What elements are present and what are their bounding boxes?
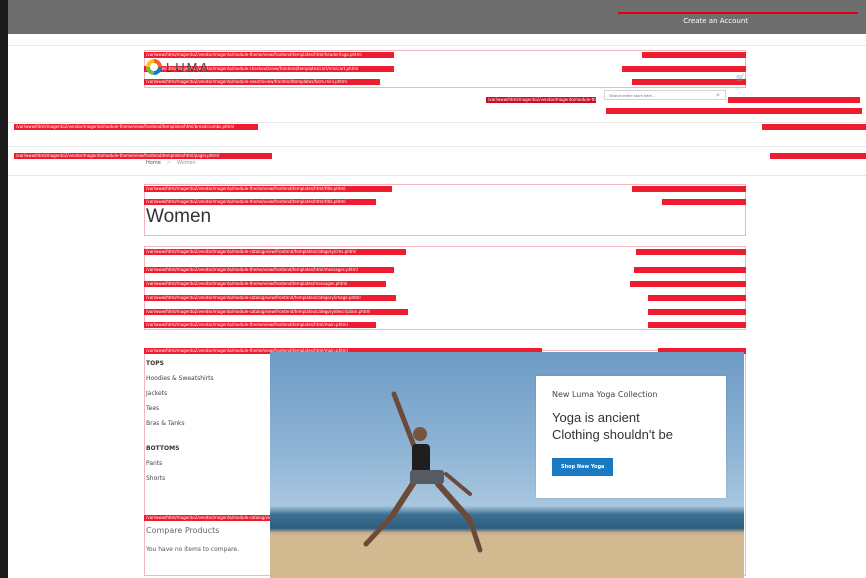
shop-new-yoga-button[interactable]: Shop New Yoga <box>552 458 614 476</box>
top-panel: Create an Account <box>8 0 866 34</box>
window-edge <box>0 0 8 578</box>
template-hint-right <box>642 52 746 58</box>
category-sidebar: TOPS Hoodies & Sweatshirts Jackets Tees … <box>146 360 266 490</box>
template-hint: /var/www/html/magento2/vendor/magento/mo… <box>144 267 394 273</box>
category-link[interactable]: Bras & Tanks <box>146 420 266 427</box>
template-hint: /var/www/html/magento2/vendor/magento/mo… <box>144 186 392 192</box>
promo-box: New Luma Yoga Collection Yoga is ancient… <box>536 376 726 498</box>
template-hint: /var/www/html/magento2/vendor/magento/mo… <box>144 295 396 301</box>
luma-logo[interactable]: LUMA <box>146 59 210 75</box>
template-hint-right <box>770 153 866 159</box>
category-link[interactable]: Hoodies & Sweatshirts <box>146 375 266 382</box>
template-hint: /var/www/html/magento2/vendor/magento/mo… <box>14 153 272 159</box>
template-hint-right <box>728 97 860 103</box>
template-hint: /var/www/html/magento2/vendor/magento/mo… <box>144 52 394 58</box>
template-hint-right <box>648 322 746 328</box>
search-icon[interactable]: ⌕ <box>716 91 724 99</box>
template-hint: /var/www/html/magento2/vendor/magento/mo… <box>144 309 408 315</box>
template-hint-right <box>622 66 746 72</box>
template-hint-right <box>648 309 746 315</box>
promo-headline: Yoga is ancient Clothing shouldn't be <box>552 409 710 443</box>
page-title: Women <box>146 206 212 227</box>
promo-headline-line: Yoga is ancient <box>552 410 640 425</box>
promo-kicker: New Luma Yoga Collection <box>552 390 658 399</box>
template-hint: /var/www/html/magento2/vendor/magento/mo… <box>486 97 596 103</box>
template-hint: /var/www/html/magento2/vendor/magento/mo… <box>144 199 376 205</box>
template-hint-right <box>762 124 866 130</box>
template-hint: /var/www/html/magento2/vendor/magento/mo… <box>144 322 376 328</box>
template-hint: /var/www/html/magento2/vendor/magento/mo… <box>14 124 258 130</box>
template-hint-right <box>662 199 746 205</box>
page-frame: Create an Account /var/www/html/magento2… <box>0 0 866 578</box>
category-link[interactable]: Jackets <box>146 390 266 397</box>
promo-headline-line: Clothing shouldn't be <box>552 427 674 442</box>
template-hint-right <box>634 267 746 273</box>
breadcrumb: Home > Women <box>146 160 196 166</box>
template-hint: /var/www/html/magento2/vendor/magento/mo… <box>144 281 386 287</box>
template-hint: /var/www/html/magento2/vendor/magento/mo… <box>144 249 406 255</box>
compare-empty-text: You have no items to compare. <box>146 546 240 553</box>
template-hint: /var/www/html/magento2/vendor/magento/mo… <box>144 79 380 85</box>
logo-text: LUMA <box>166 59 211 75</box>
template-hint-right <box>632 186 746 192</box>
template-hint-right <box>606 108 862 114</box>
category-link[interactable]: Pants <box>146 460 266 467</box>
hint-box-category <box>144 246 746 330</box>
breadcrumb-current: Women <box>176 160 196 166</box>
template-hint-right <box>632 79 746 85</box>
category-heading: TOPS <box>146 360 164 367</box>
compare-products-title: Compare Products <box>146 526 220 535</box>
template-hint-right <box>648 295 746 301</box>
hint-outline-top <box>618 12 858 14</box>
category-link[interactable]: Shorts <box>146 475 266 482</box>
cart-icon[interactable]: 🛒 <box>736 74 745 82</box>
template-hint-right <box>630 281 746 287</box>
create-account-link[interactable]: Create an Account <box>683 17 748 25</box>
template-hint-right <box>636 249 746 255</box>
category-heading: BOTTOMS <box>146 445 180 452</box>
breadcrumb-separator: > <box>166 160 171 166</box>
logo-icon <box>146 59 162 75</box>
search-input[interactable] <box>604 90 726 100</box>
category-link[interactable]: Tees <box>146 405 266 412</box>
breadcrumb-home[interactable]: Home <box>146 160 161 166</box>
